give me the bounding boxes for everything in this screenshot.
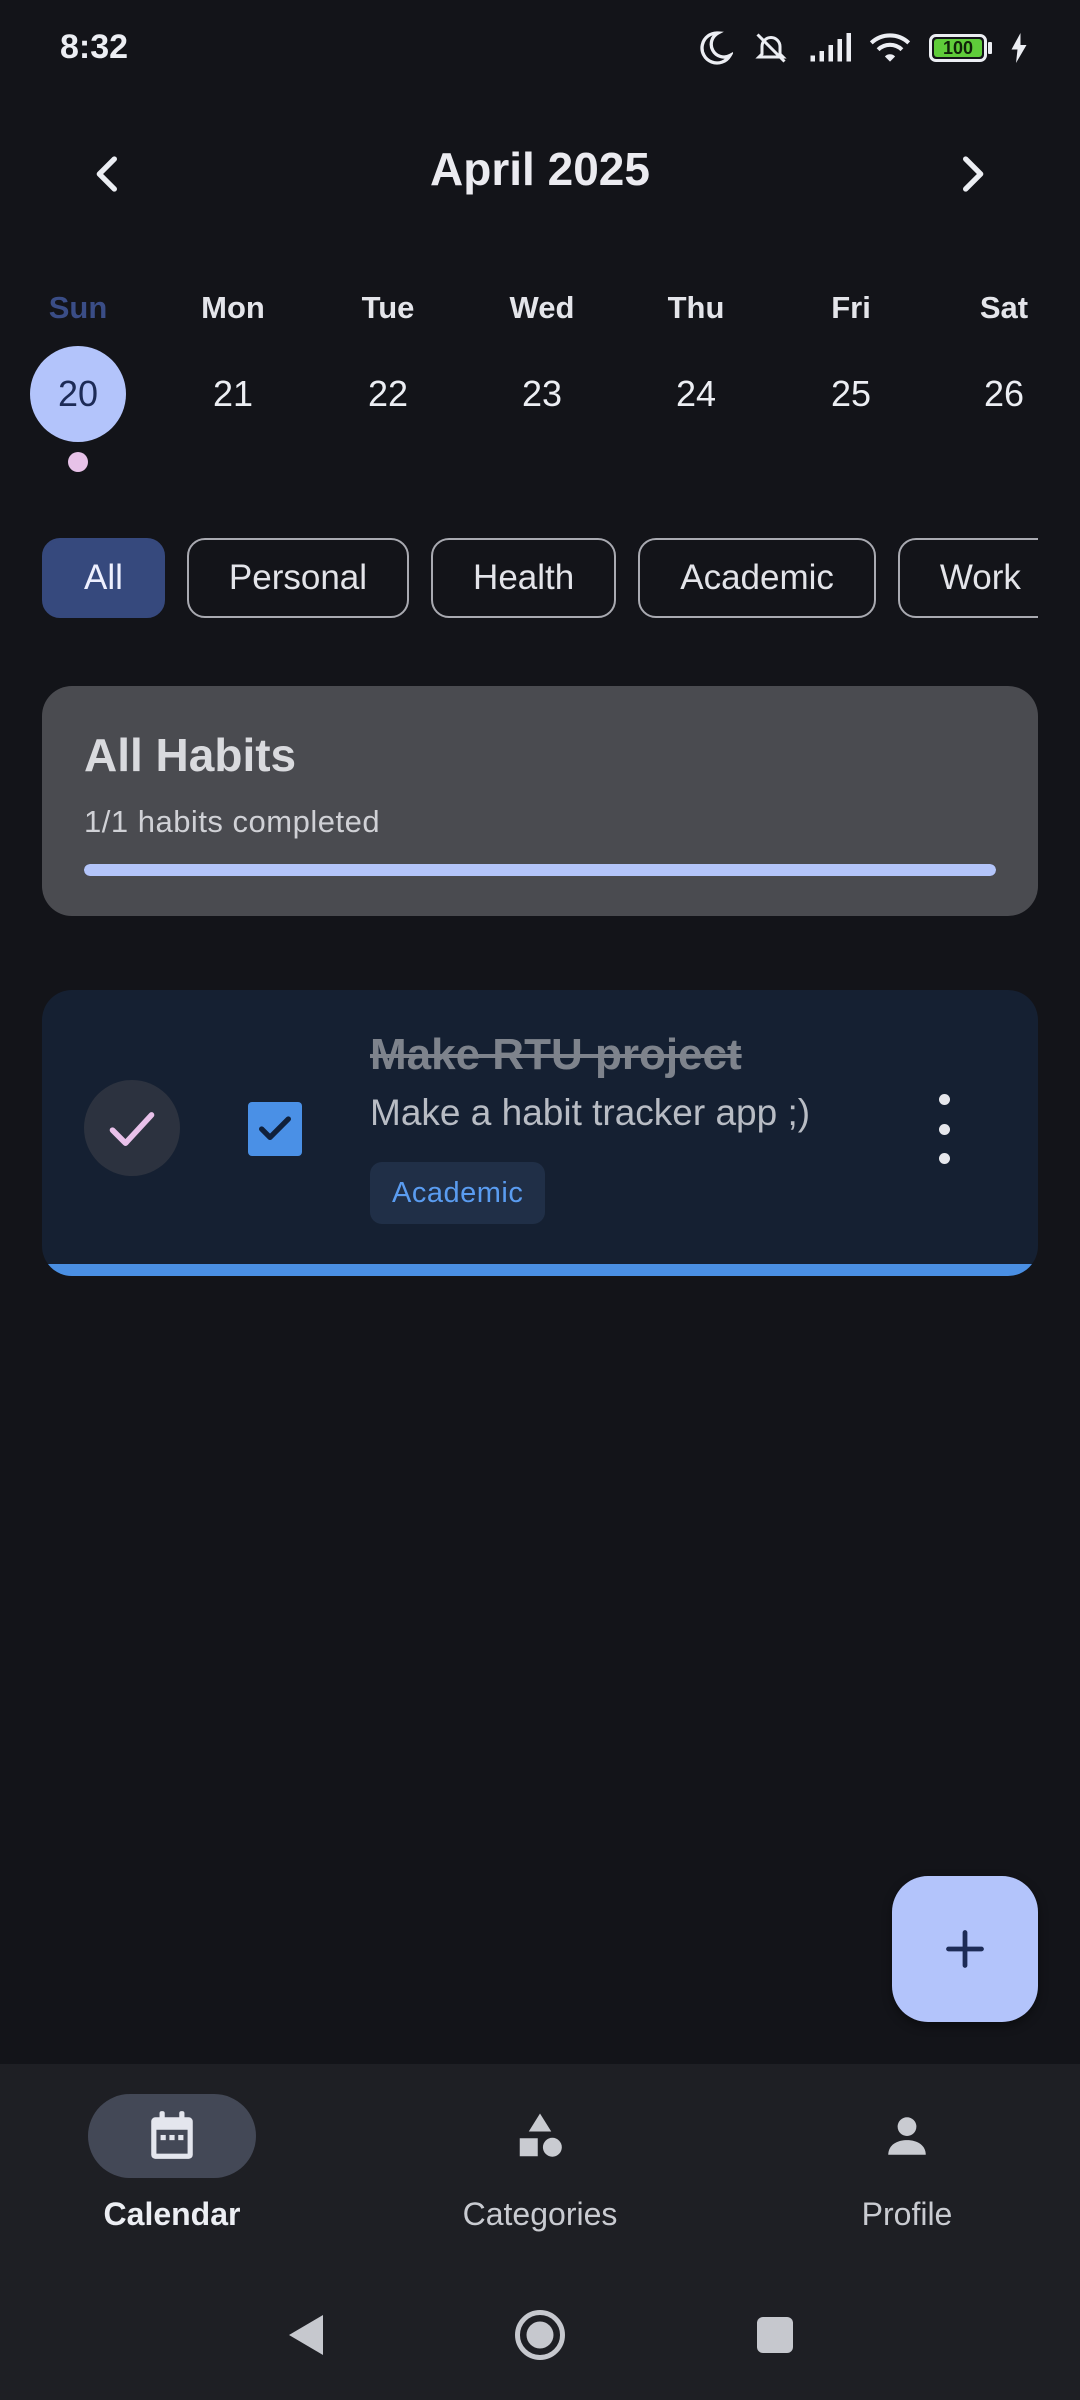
status-time: 8:32 (60, 28, 129, 66)
nav-calendar[interactable]: Calendar (42, 2094, 302, 2233)
nav-profile-pill (823, 2094, 991, 2178)
system-recents-button[interactable] (740, 2300, 810, 2370)
nav-categories-pill (456, 2094, 624, 2178)
calendar-icon (151, 2111, 193, 2159)
day-name: Fri (831, 290, 871, 325)
day-tue[interactable]: Tue 22 (318, 288, 458, 442)
filter-chips: All Personal Health Academic Work (42, 538, 1038, 624)
add-habit-button[interactable] (892, 1876, 1038, 2022)
habit-category-tag: Academic (370, 1162, 546, 1224)
system-home-button[interactable] (505, 2300, 575, 2370)
nav-categories-label: Categories (462, 2196, 618, 2232)
moon-icon (700, 31, 733, 65)
chip-academic[interactable]: Academic (638, 538, 876, 618)
more-options-button[interactable] (924, 1094, 964, 1164)
day-number: 26 (983, 373, 1025, 414)
month-title: April 2025 (430, 143, 650, 195)
home-circle-icon (515, 2310, 565, 2360)
charging-icon (1011, 33, 1027, 63)
habit-title: Make RTU project (370, 1030, 742, 1079)
bell-off-icon (755, 33, 787, 63)
habit-checkbox[interactable] (248, 1102, 302, 1156)
habit-description: Make a habit tracker app ;) (370, 1092, 811, 1133)
complete-toggle[interactable] (84, 1080, 180, 1176)
day-name: Sun (48, 290, 108, 325)
status-icons: 100 (697, 30, 1028, 66)
chip-personal[interactable]: Personal (186, 538, 410, 618)
day-name: Thu (667, 290, 725, 325)
progress-bar (84, 864, 996, 876)
day-number: 23 (521, 373, 563, 414)
nav-profile-label: Profile (861, 2196, 953, 2232)
chip-work[interactable]: Work (897, 538, 1038, 618)
summary-card: All Habits 1/1 habits completed (42, 686, 1038, 916)
progress-fill (84, 864, 996, 876)
wifi-icon (869, 33, 911, 62)
summary-subtitle: 1/1 habits completed (84, 804, 381, 839)
day-fri[interactable]: Fri 25 (781, 288, 921, 442)
day-sun[interactable]: Sun 20 (8, 288, 148, 472)
checkbox-check-icon (259, 1116, 291, 1140)
day-number: 20 (30, 346, 126, 442)
day-number: 24 (675, 373, 717, 414)
day-number: 25 (830, 373, 872, 414)
next-month-button[interactable] (934, 134, 1014, 214)
battery-level: 100 (934, 39, 982, 57)
day-number: 22 (367, 373, 409, 414)
more-vert-dot (938, 1153, 950, 1164)
habit-dot (68, 452, 88, 472)
recents-square-icon (757, 2317, 793, 2353)
day-number: 21 (212, 373, 254, 414)
check-icon (109, 1112, 155, 1146)
profile-icon (888, 2117, 926, 2155)
day-thu[interactable]: Thu 24 (626, 288, 766, 442)
system-back-button[interactable] (270, 2300, 340, 2370)
chip-all[interactable]: All (42, 538, 165, 618)
plus-icon (946, 1930, 984, 1968)
battery-icon: 100 (929, 34, 992, 62)
chevron-right-icon (963, 156, 984, 192)
nav-calendar-label: Calendar (103, 2196, 241, 2232)
nav-profile[interactable]: Profile (777, 2094, 1037, 2233)
nav-calendar-pill (88, 2094, 256, 2178)
categories-icon (519, 2113, 562, 2157)
nav-categories[interactable]: Categories (410, 2094, 670, 2233)
chip-health[interactable]: Health (431, 538, 617, 618)
day-sat[interactable]: Sat 26 (934, 288, 1074, 442)
back-triangle-icon (289, 2315, 323, 2355)
day-name: Wed (509, 290, 575, 325)
habit-accent-bar (42, 1264, 1038, 1276)
more-vert-dot (938, 1123, 950, 1135)
day-name: Sat (979, 290, 1029, 325)
day-wed[interactable]: Wed 23 (472, 288, 612, 442)
summary-title: All Habits (84, 729, 297, 781)
habit-card[interactable]: Make RTU project Make a habit tracker ap… (42, 990, 1038, 1276)
day-name: Mon (201, 290, 265, 325)
signal-icon (810, 33, 851, 62)
day-mon[interactable]: Mon 21 (163, 288, 303, 442)
day-name: Tue (361, 290, 415, 325)
more-vert-icon (938, 1094, 950, 1105)
